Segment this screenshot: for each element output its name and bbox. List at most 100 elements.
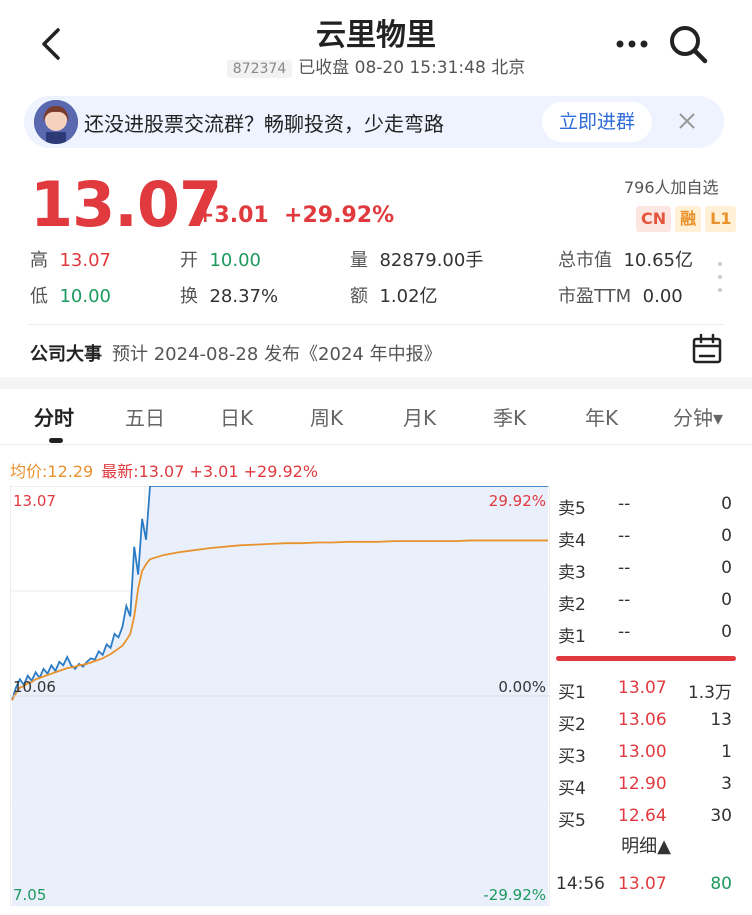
tab-daily-k[interactable]: 日K [220, 402, 253, 431]
close-icon[interactable] [672, 106, 702, 136]
ask-label: 卖4 [558, 531, 586, 551]
order-book-separator [556, 656, 736, 661]
pct-mid-label: 0.00% [498, 678, 546, 696]
ask-volume: 0 [721, 494, 732, 514]
intraday-chart[interactable]: 13.07 10.06 7.05 29.92% 0.00% -29.92% [9, 485, 551, 907]
bid-price: 13.00 [618, 742, 667, 762]
ask-volume: 0 [721, 526, 732, 546]
stats-grid[interactable]: 高 13.07 开 10.00 量 82879.00手 总市值 10.65亿 低… [30, 246, 710, 316]
ask-label: 卖3 [558, 563, 586, 583]
stat-label: 量 [350, 250, 368, 271]
divider [28, 324, 724, 325]
bid-row-1: 买1 13.07 1.3万 [556, 674, 736, 704]
stock-code: 872374 [226, 60, 293, 78]
stat-turnover: 换 28.37% [180, 282, 278, 308]
market-status: 已收盘 08-20 15:31:48 北京 [298, 58, 526, 78]
stat-value: 10.00 [59, 286, 111, 307]
tab-weekly-k[interactable]: 周K [310, 402, 343, 431]
stat-market-cap: 总市值 10.65亿 [558, 246, 693, 272]
bid-label: 买4 [558, 779, 586, 799]
bid-volume: 1.3万 [687, 683, 732, 703]
group-invite-banner[interactable]: 还没进股票交流群？畅聊投资，少走弯路 立即进群 [24, 96, 724, 148]
active-tab-indicator [49, 438, 63, 443]
ask-volume: 0 [721, 590, 732, 610]
ask-price: -- [618, 526, 631, 546]
top-bar: 云里物里 872374 已收盘 08-20 15:31:48 北京 [0, 0, 752, 90]
tag-margin: 融 [675, 206, 702, 232]
bid-price: 12.64 [618, 806, 667, 826]
ask-volume: 0 [721, 622, 732, 642]
y-top-label: 13.07 [13, 492, 56, 510]
bid-label: 买3 [558, 747, 586, 767]
stat-value: 28.37% [209, 286, 279, 307]
tab-monthly-k[interactable]: 月K [403, 402, 436, 431]
trade-detail-toggle[interactable]: 明细▲ [556, 832, 736, 858]
calendar-icon[interactable] [690, 332, 724, 366]
tag-l1: L1 [705, 206, 737, 232]
tab-minute[interactable]: 分钟▾ [673, 402, 723, 431]
stat-volume: 量 82879.00手 [350, 246, 483, 272]
y-mid-label: 10.06 [13, 678, 56, 696]
divider [0, 444, 752, 445]
bid-price: 12.90 [618, 774, 667, 794]
pct-bottom-label: -29.92% [483, 886, 546, 904]
stat-value: 1.02亿 [379, 286, 438, 307]
ask-price: -- [618, 622, 631, 642]
bid-volume: 3 [721, 774, 732, 794]
stat-value: 13.07 [59, 250, 111, 271]
company-event[interactable]: 公司大事 预计 2024-08-28 发布《2024 年中报》 [30, 340, 442, 366]
ask-row-5: 卖5 -- 0 [556, 490, 736, 520]
join-group-button[interactable]: 立即进群 [542, 102, 652, 142]
bid-row-3: 买3 13.00 1 [556, 738, 736, 768]
current-price: 13.07 [30, 168, 222, 241]
stat-label: 额 [350, 286, 368, 307]
bid-price: 13.07 [618, 678, 667, 698]
ask-row-2: 卖2 -- 0 [556, 586, 736, 616]
bid-row-5: 买5 12.64 30 [556, 802, 736, 832]
tab-five-day[interactable]: 五日 [125, 402, 165, 431]
bid-row-4: 买4 12.90 3 [556, 770, 736, 800]
stat-value: 82879.00手 [379, 250, 484, 271]
change-amount: +3.01 [196, 203, 269, 228]
tag-cn: CN [636, 206, 672, 232]
stat-high: 高 13.07 [30, 246, 111, 272]
search-icon[interactable] [666, 22, 710, 66]
stat-label: 高 [30, 250, 48, 271]
stock-status-line: 872374 已收盘 08-20 15:31:48 北京 [0, 53, 752, 78]
ask-label: 卖2 [558, 595, 586, 615]
avatar [34, 100, 78, 144]
stat-label: 总市值 [558, 250, 612, 271]
ask-price: -- [618, 558, 631, 578]
tab-quarterly-k[interactable]: 季K [493, 402, 526, 431]
bid-label: 买5 [558, 811, 586, 831]
bid-volume: 30 [710, 806, 732, 826]
bid-price: 13.06 [618, 710, 667, 730]
chart-info-line: 均价:12.29 最新:13.07 +3.01 +29.92% [10, 458, 318, 482]
chart-tabs: 分时 五日 日K 周K 月K 季K 年K 分钟▾ [0, 392, 752, 444]
stat-amount: 额 1.02亿 [350, 282, 438, 308]
stock-tags: CN 融 L1 [636, 206, 740, 232]
stat-open: 开 10.00 [180, 246, 261, 272]
stat-label: 开 [180, 250, 198, 271]
bid-row-2: 买2 13.06 13 [556, 706, 736, 736]
tab-yearly-k[interactable]: 年K [585, 402, 618, 431]
stat-value: 10.65亿 [623, 250, 693, 271]
tick-price: 13.07 [618, 874, 667, 894]
chart-canvas [9, 485, 551, 907]
ask-price: -- [618, 494, 631, 514]
stat-label: 低 [30, 286, 48, 307]
watchlist-count: 796人加自选 [624, 178, 719, 197]
more-icon[interactable] [612, 32, 652, 56]
section-gap [0, 377, 752, 389]
banner-text: 还没进股票交流群？畅聊投资，少走弯路 [84, 112, 444, 136]
y-bottom-label: 7.05 [13, 886, 47, 904]
more-stats-icon[interactable] [717, 260, 723, 294]
ask-volume: 0 [721, 558, 732, 578]
ask-row-4: 卖4 -- 0 [556, 522, 736, 552]
bid-label: 买1 [558, 683, 586, 703]
bid-volume: 13 [710, 710, 732, 730]
pct-top-label: 29.92% [488, 492, 546, 510]
ask-label: 卖1 [558, 627, 586, 647]
tick-volume: 80 [710, 874, 732, 894]
tab-intraday[interactable]: 分时 [34, 402, 74, 431]
